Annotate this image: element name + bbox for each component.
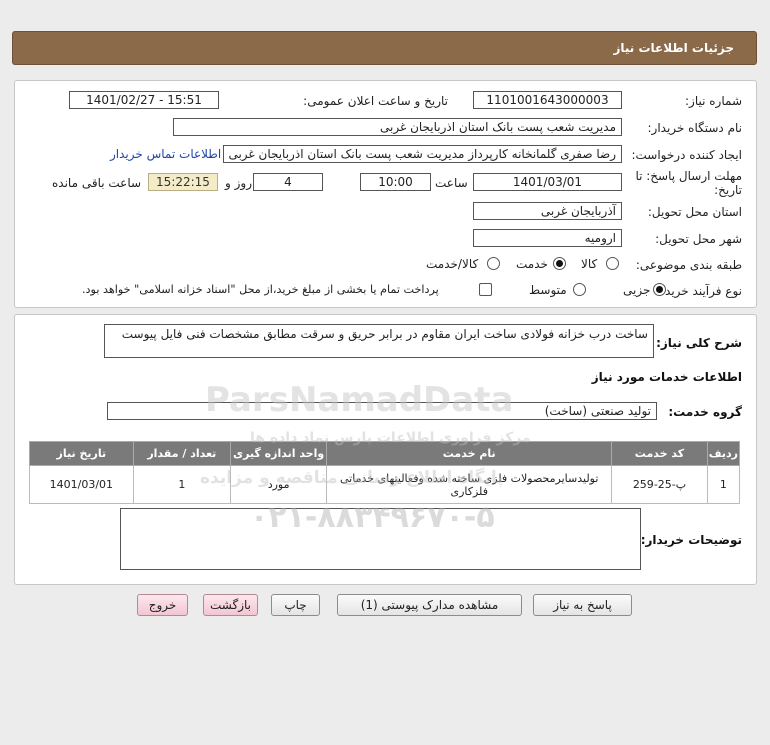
need-number-field: 1101001643000003 bbox=[473, 91, 622, 109]
delivery-province-field: آذربایجان غربی bbox=[473, 202, 622, 220]
info-panel bbox=[14, 80, 757, 308]
delivery-province-label: استان محل تحویل: bbox=[647, 205, 742, 219]
category-option-goods: کالا bbox=[581, 257, 598, 271]
back-button[interactable]: بازگشت bbox=[203, 594, 258, 616]
category-radio-goods[interactable] bbox=[606, 257, 619, 270]
remaining-time-counter: 15:22:15 bbox=[148, 173, 218, 191]
buyer-contact-link[interactable]: اطلاعات تماس خریدار bbox=[110, 147, 221, 161]
col-qty-header: تعداد / مقدار bbox=[132, 441, 231, 466]
deadline-days-field: 4 bbox=[253, 173, 323, 191]
col-row-header: ردیف bbox=[706, 441, 741, 466]
buyer-notes-label: توضیحات خریدار: bbox=[640, 533, 742, 547]
category-option-service: خدمت bbox=[516, 257, 548, 271]
treasury-docs-text: پرداخت تمام یا بخشی از مبلغ خرید،از محل … bbox=[82, 283, 439, 296]
cell-quantity: 1 bbox=[132, 465, 231, 504]
exit-button[interactable]: خروج bbox=[137, 594, 188, 616]
cell-unit: مورد bbox=[229, 465, 328, 504]
deadline-time-field: 10:00 bbox=[360, 173, 431, 191]
remaining-time-label: ساعت باقی مانده bbox=[52, 176, 142, 190]
delivery-city-field: ارومیه bbox=[473, 229, 622, 247]
deadline-label-line2: تاریخ: bbox=[714, 183, 742, 197]
need-number-label: شماره نیاز: bbox=[685, 94, 742, 108]
cell-service-name: تولیدسایرمحصولات فلزی ساخته شده وفعالیته… bbox=[326, 465, 613, 504]
deadline-time-label: ساعت bbox=[435, 176, 468, 190]
cell-need-date: 1401/03/01 bbox=[29, 465, 134, 504]
deadline-label-line1: مهلت ارسال پاسخ: تا bbox=[635, 169, 742, 183]
service-group-label: گروه خدمت: bbox=[668, 405, 742, 419]
cell-row-number: 1 bbox=[706, 465, 741, 504]
purchase-option-medium: متوسط bbox=[529, 283, 567, 297]
category-label: طبقه بندی موضوعی: bbox=[635, 258, 742, 272]
treasury-docs-checkbox[interactable] bbox=[479, 283, 492, 296]
purchase-radio-minor[interactable] bbox=[653, 283, 666, 296]
services-section-title: اطلاعات خدمات مورد نیاز bbox=[591, 370, 742, 384]
category-radio-goods-service[interactable] bbox=[487, 257, 500, 270]
page-header: جزئیات اطلاعات نیاز bbox=[12, 31, 757, 65]
print-button[interactable]: چاپ bbox=[271, 594, 320, 616]
deadline-days-label: روز و bbox=[225, 176, 252, 190]
buyer-org-label: نام دستگاه خریدار: bbox=[647, 121, 743, 135]
page-title: جزئیات اطلاعات نیاز bbox=[613, 41, 734, 55]
view-attachments-button[interactable]: مشاهده مدارک پیوستی (1) bbox=[337, 594, 522, 616]
col-date-header: تاریخ نیاز bbox=[29, 441, 134, 466]
purchase-radio-medium[interactable] bbox=[573, 283, 586, 296]
announce-datetime-label: تاریخ و ساعت اعلان عمومی: bbox=[303, 94, 448, 108]
purchase-type-label: نوع فرآیند خرید : bbox=[657, 284, 742, 298]
category-radio-service[interactable] bbox=[553, 257, 566, 270]
col-code-header: کد خدمت bbox=[611, 441, 708, 466]
services-table-header: ردیف کد خدمت نام خدمت واحد اندازه گیری ت… bbox=[29, 441, 741, 466]
reply-button[interactable]: پاسخ به نیاز bbox=[533, 594, 632, 616]
description-label: شرح کلی نیاز: bbox=[656, 336, 742, 350]
buyer-notes-box bbox=[120, 508, 641, 570]
announce-datetime-field: 1401/02/27 - 15:51 bbox=[69, 91, 219, 109]
description-box: ساخت درب خزانه فولادی ساخت ایران مقاوم د… bbox=[104, 324, 654, 358]
category-option-goods-service: کالا/خدمت bbox=[426, 257, 479, 271]
table-row: 1 پ-25-259 تولیدسایرمحصولات فلزی ساخته ش… bbox=[29, 465, 741, 504]
requester-label: ایجاد کننده درخواست: bbox=[631, 148, 742, 162]
cell-service-code: پ-25-259 bbox=[611, 465, 708, 504]
deadline-date-field: 1401/03/01 bbox=[473, 173, 622, 191]
col-unit-header: واحد اندازه گیری bbox=[229, 441, 328, 466]
requester-field: رضا صفری گلمانخانه کارپرداز مدیریت شعب پ… bbox=[223, 145, 622, 163]
col-name-header: نام خدمت bbox=[326, 441, 613, 466]
service-group-field: تولید صنعتی (ساخت) bbox=[107, 402, 657, 420]
buyer-org-field: مدیریت شعب پست بانک استان اذربایجان غربی bbox=[173, 118, 622, 136]
delivery-city-label: شهر محل تحویل: bbox=[655, 232, 742, 246]
services-table: ردیف کد خدمت نام خدمت واحد اندازه گیری ت… bbox=[29, 441, 741, 504]
purchase-option-minor: جزیی bbox=[623, 283, 651, 297]
